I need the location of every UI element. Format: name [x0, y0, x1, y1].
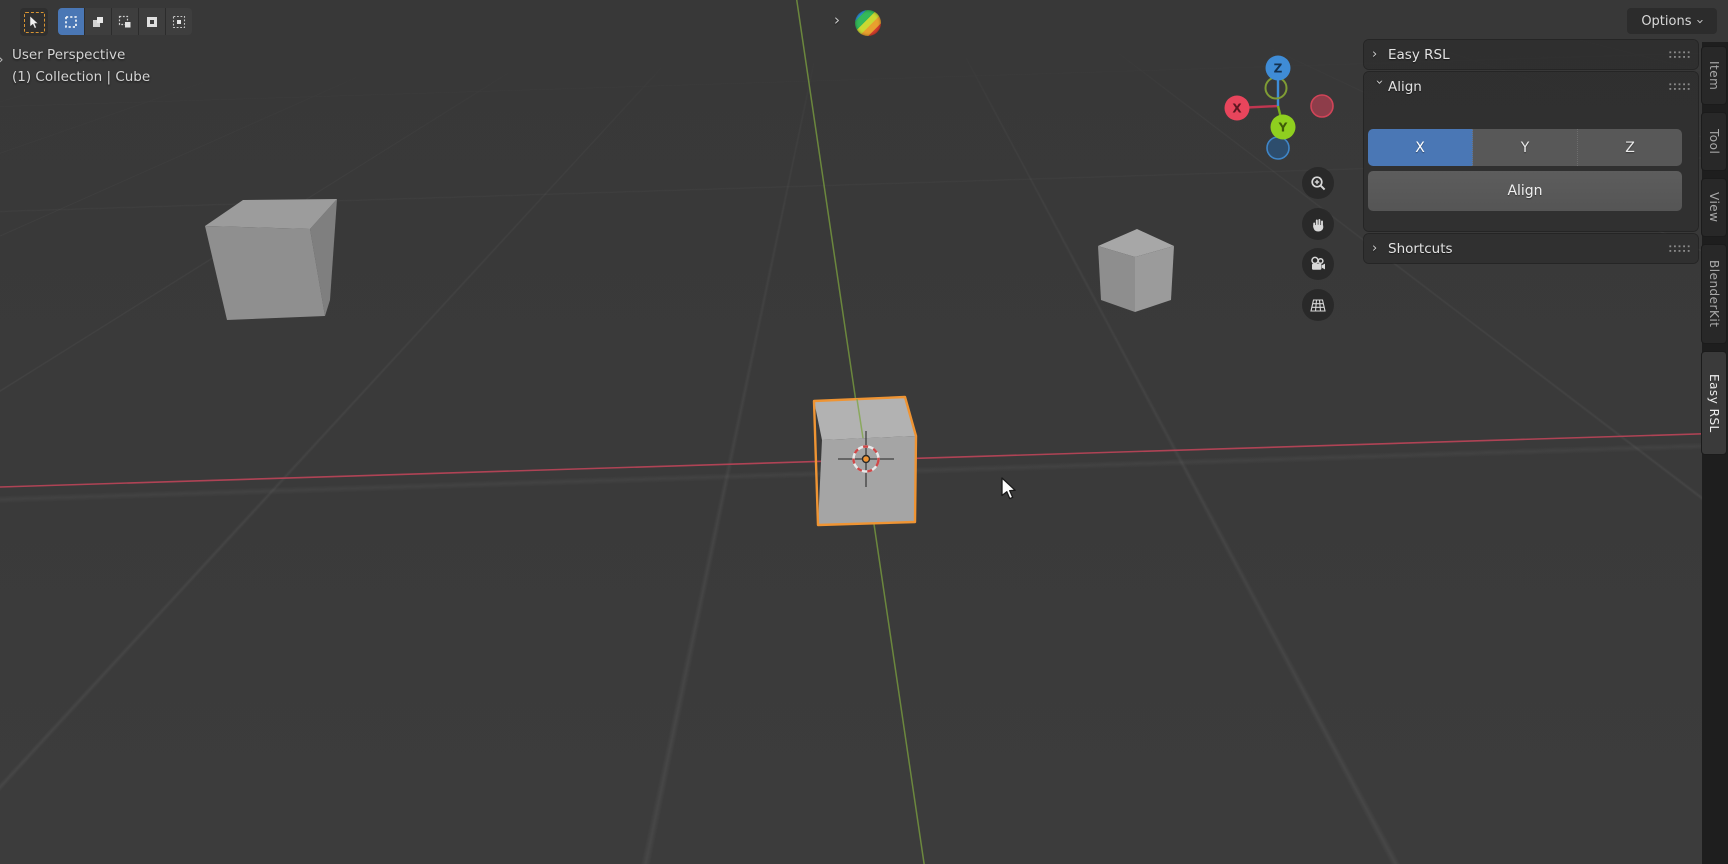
options-dropdown[interactable]: Options ›	[1627, 8, 1717, 34]
svg-text:Z: Z	[1274, 62, 1283, 76]
select-mode-group	[58, 8, 192, 35]
chevron-down-icon: ›	[1693, 18, 1708, 23]
select-invert-icon	[145, 15, 159, 29]
gizmo-x-handle[interactable]: X	[1225, 96, 1250, 121]
panel-shortcuts-label: Shortcuts	[1388, 241, 1668, 257]
drag-grip-icon[interactable]	[1668, 50, 1690, 59]
panel-easy-rsl[interactable]: › Easy RSL	[1364, 40, 1698, 69]
object-origin-dot	[863, 456, 869, 462]
select-subtract-icon	[118, 15, 132, 29]
drag-grip-icon[interactable]	[1668, 82, 1690, 91]
panel-align-header[interactable]: › Align	[1364, 72, 1698, 101]
pan-view-button[interactable]	[1302, 208, 1334, 240]
drag-grip-icon[interactable]	[1668, 244, 1690, 253]
tweak-tool-button[interactable]	[20, 8, 48, 36]
gizmo-neg-y-handle[interactable]	[1266, 78, 1287, 99]
blender-3d-viewport: › Options › › User Perspective (1) Colle…	[0, 0, 1728, 864]
toggle-projection-button[interactable]	[1302, 289, 1334, 321]
panel-align-label: Align	[1388, 79, 1668, 95]
select-subtract-button[interactable]	[112, 8, 139, 35]
gizmo-y-handle[interactable]: Y	[1271, 115, 1296, 140]
gizmo-z-handle[interactable]: Z	[1266, 56, 1291, 81]
orientation-gizmo[interactable]: Z X Y	[1215, 40, 1345, 165]
select-set-icon	[64, 15, 78, 29]
mouse-cursor	[1001, 477, 1023, 501]
toolbar-expand-chevron[interactable]: ›	[0, 52, 4, 68]
chevron-right-icon: ›	[1372, 241, 1386, 256]
axis-z-button[interactable]: Z	[1578, 129, 1682, 166]
sidebar-region: › Easy RSL › Align X Y Z Align	[1364, 40, 1698, 266]
axis-segmented-control: X Y Z	[1368, 129, 1682, 166]
select-extend-icon	[91, 15, 105, 29]
view-perspective-label: User Perspective	[12, 47, 125, 63]
cube-left[interactable]	[205, 199, 337, 320]
align-action-button[interactable]: Align	[1368, 171, 1682, 211]
panel-easy-rsl-label: Easy RSL	[1388, 47, 1668, 63]
svg-text:Y: Y	[1278, 121, 1288, 135]
select-invert-button[interactable]	[139, 8, 166, 35]
chevron-down-icon: ›	[1372, 80, 1387, 94]
select-extend-button[interactable]	[85, 8, 112, 35]
material-preview-ball-icon[interactable]	[855, 10, 881, 36]
toggle-projection-grid-icon	[1309, 298, 1327, 313]
select-intersect-button[interactable]	[166, 8, 192, 35]
sidebar-tab-blenderkit[interactable]: BlenderKit	[1701, 244, 1727, 344]
zoom-icon	[1310, 175, 1327, 192]
camera-view-icon	[1309, 256, 1327, 272]
header-expand-chevron[interactable]: ›	[834, 11, 840, 29]
options-label: Options	[1641, 14, 1691, 29]
zoom-button[interactable]	[1302, 167, 1334, 199]
cursor-arrow-icon	[24, 12, 45, 33]
sidebar-tab-item[interactable]: Item	[1701, 46, 1727, 105]
pan-hand-icon	[1310, 216, 1327, 233]
collection-breadcrumb: (1) Collection | Cube	[12, 69, 150, 85]
camera-view-button[interactable]	[1302, 248, 1334, 280]
axis-y-button[interactable]: Y	[1473, 129, 1578, 166]
axis-x-button[interactable]: X	[1368, 129, 1473, 166]
select-set-button[interactable]	[58, 8, 85, 35]
sidebar-tab-view[interactable]: View	[1701, 178, 1727, 237]
panel-shortcuts[interactable]: › Shortcuts	[1364, 234, 1698, 263]
svg-text:X: X	[1232, 102, 1242, 116]
select-intersect-icon	[172, 15, 186, 29]
sidebar-tab-easy-rsl[interactable]: Easy RSL	[1701, 351, 1727, 455]
panel-align: › Align X Y Z Align	[1364, 72, 1698, 231]
sidebar-tab-tool[interactable]: Tool	[1701, 112, 1727, 171]
cube-right[interactable]	[1098, 229, 1174, 312]
gizmo-neg-z-handle[interactable]	[1267, 137, 1289, 159]
gizmo-neg-x-handle[interactable]	[1311, 95, 1333, 117]
chevron-right-icon: ›	[1372, 47, 1386, 62]
